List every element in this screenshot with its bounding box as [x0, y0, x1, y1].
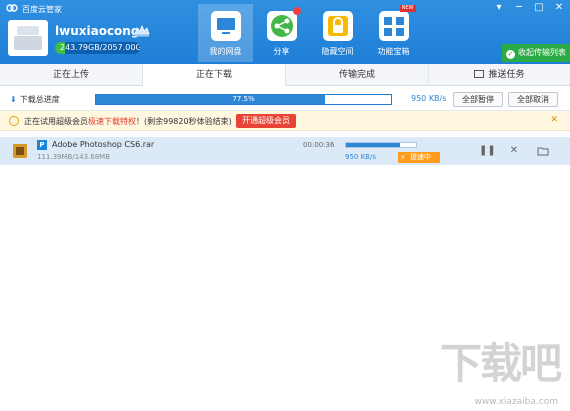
total-progress-bar: 77.5% [95, 94, 392, 105]
minimize-icon[interactable]: ─ [512, 2, 526, 14]
baidu-cloud-logo-icon [6, 4, 18, 12]
desktop-icon [210, 10, 242, 42]
file-size: 111.39MB/143.68MB [37, 153, 111, 161]
close-icon[interactable]: ✕ [508, 145, 520, 157]
download-row[interactable]: P Adobe Photoshop CS6.rar 111.39MB/143.6… [0, 137, 570, 165]
file-progress-fill [346, 143, 401, 147]
header-bar: 百度云管家 ▾ ─ □ ✕ lwuxiaocong 243.79GB/2057.… [0, 0, 570, 64]
storage-quota-text: 243.79GB/2057.00GB [60, 43, 140, 52]
tab-label: 推送任务 [488, 70, 525, 80]
nav-label: 我的网盘 [209, 47, 242, 56]
nav-toolbox[interactable]: NEW 功能宝箱 [366, 4, 421, 62]
total-progress-label: ⬇ 下载总进度 [10, 94, 60, 105]
notice-text-part: 正在试用超级会员 [24, 117, 88, 126]
tab-completed[interactable]: 传输完成 [286, 64, 429, 86]
lightning-icon: ⚡ [400, 153, 406, 162]
total-progress-text: 下载总进度 [19, 95, 60, 104]
nav-share[interactable]: 分享 [254, 4, 309, 62]
folder-icon[interactable] [537, 145, 549, 157]
total-speed: 950 KB/s [411, 94, 447, 103]
notice-text-part: ！(剩余99820秒体验结束) [136, 117, 232, 126]
collapse-transfer-list-button[interactable]: ✓ 收起传输列表 [502, 44, 570, 62]
notice-text: 正在试用超级会员极速下载特权！(剩余99820秒体验结束) [24, 116, 232, 127]
close-notice-icon[interactable]: ✕ [550, 115, 558, 125]
monitor-icon [474, 70, 485, 78]
share-icon [266, 7, 301, 42]
vip-crown-icon [134, 25, 150, 37]
open-super-vip-button[interactable]: 开通超级会员 [236, 114, 296, 128]
nav-label: 隐藏空间 [321, 47, 354, 56]
lock-icon [322, 10, 354, 42]
avatar[interactable] [8, 20, 48, 56]
speed-boost-badge[interactable]: ⚡ 提速中 [398, 152, 440, 163]
file-name: Adobe Photoshop CS6.rar [52, 140, 155, 149]
notification-dot [292, 7, 301, 15]
file-speed: 950 KB/s [345, 153, 376, 161]
file-progress-bar [345, 142, 417, 148]
new-badge: NEW [399, 5, 416, 12]
nav-label: 功能宝箱 [377, 47, 410, 56]
check-icon: ✓ [506, 50, 515, 59]
total-progress-row: ⬇ 下载总进度 77.5% 950 KB/s 全部暂停 全部取消 [0, 87, 570, 111]
close-window-icon[interactable]: ✕ [552, 2, 566, 14]
app-title: 百度云管家 [22, 5, 62, 14]
photoshop-icon: P [37, 140, 47, 150]
pause-all-button[interactable]: 全部暂停 [453, 92, 503, 107]
storage-quota-bar: 243.79GB/2057.00GB [55, 42, 140, 54]
nav-hidden-space[interactable]: 隐藏空间 [310, 4, 365, 62]
watermark-url: www.xiazaiba.com [474, 397, 558, 407]
boost-label: 提速中 [410, 153, 431, 161]
total-progress-percent: 77.5% [232, 95, 255, 103]
smile-icon [9, 116, 19, 126]
tab-push-tasks[interactable]: 推送任务 [429, 64, 570, 86]
tab-downloading[interactable]: 正在下载 [143, 64, 286, 86]
notice-highlight: 极速下载特权 [88, 117, 136, 126]
menu-dropdown-icon[interactable]: ▾ [492, 2, 506, 14]
cancel-all-button[interactable]: 全部取消 [508, 92, 558, 107]
nav-label: 分享 [273, 47, 290, 56]
vip-trial-notice: 正在试用超级会员极速下载特权！(剩余99820秒体验结束) 开通超级会员 ✕ [0, 111, 570, 131]
toolbox-icon: NEW [378, 5, 416, 42]
username[interactable]: lwuxiaocong [55, 24, 139, 38]
tab-uploading[interactable]: 正在上传 [0, 64, 143, 86]
time-remaining: 00:00:36 [303, 141, 335, 149]
window-controls: ▾ ─ □ ✕ [492, 2, 566, 14]
archive-file-icon [13, 144, 27, 158]
maximize-icon[interactable]: □ [532, 2, 546, 14]
collapse-label: 收起传输列表 [518, 48, 566, 57]
download-arrow-icon: ⬇ [10, 95, 17, 104]
pause-icon[interactable]: ❚❚ [479, 145, 496, 157]
transfer-tabs: 正在上传 正在下载 传输完成 推送任务 [0, 64, 570, 86]
nav-my-disk[interactable]: 我的网盘 [198, 4, 253, 62]
watermark-logo: 下载吧 [439, 339, 562, 388]
